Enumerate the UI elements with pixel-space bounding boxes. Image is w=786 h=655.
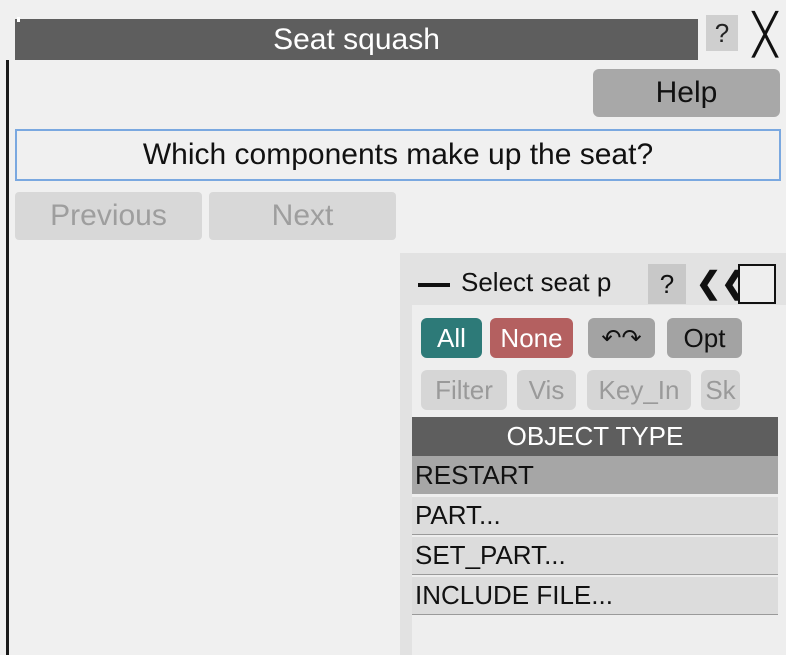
object-type-item-restart[interactable]: RESTART [412,456,778,494]
window-left-edge [6,0,9,655]
select-all-button[interactable]: All [421,318,482,358]
object-type-header: OBJECT TYPE [412,417,778,456]
object-type-item-part[interactable]: PART... [412,497,778,535]
filter-button[interactable]: Filter [421,370,507,410]
key-in-button[interactable]: Key_In [587,370,691,410]
object-type-item-set-part[interactable]: SET_PART... [412,537,778,575]
panel-title: Select seat p [461,267,612,297]
panel-toggle-box[interactable] [738,264,776,304]
minimize-icon[interactable] [418,283,450,287]
next-button[interactable]: Next [209,192,396,240]
help-button[interactable]: Help [593,69,780,117]
window-title: Seat squash [273,22,440,56]
previous-button[interactable]: Previous [15,192,202,240]
question-prompt: Which components make up the seat? [15,129,781,181]
window-menu-icon[interactable] [17,17,20,22]
panel-help-button[interactable]: ? [648,264,686,304]
vis-button[interactable]: Vis [517,370,576,410]
window-help-button[interactable]: ? [706,15,738,51]
object-type-item-include-file[interactable]: INCLUDE FILE... [412,577,778,615]
close-icon[interactable]: ╳ [744,13,786,57]
swap-icon[interactable]: ↶↷ [588,318,655,358]
options-button[interactable]: Opt [667,318,742,358]
select-none-button[interactable]: None [490,318,573,358]
title-strip[interactable]: Seat squash [15,19,698,60]
sk-button[interactable]: Sk [701,370,740,410]
